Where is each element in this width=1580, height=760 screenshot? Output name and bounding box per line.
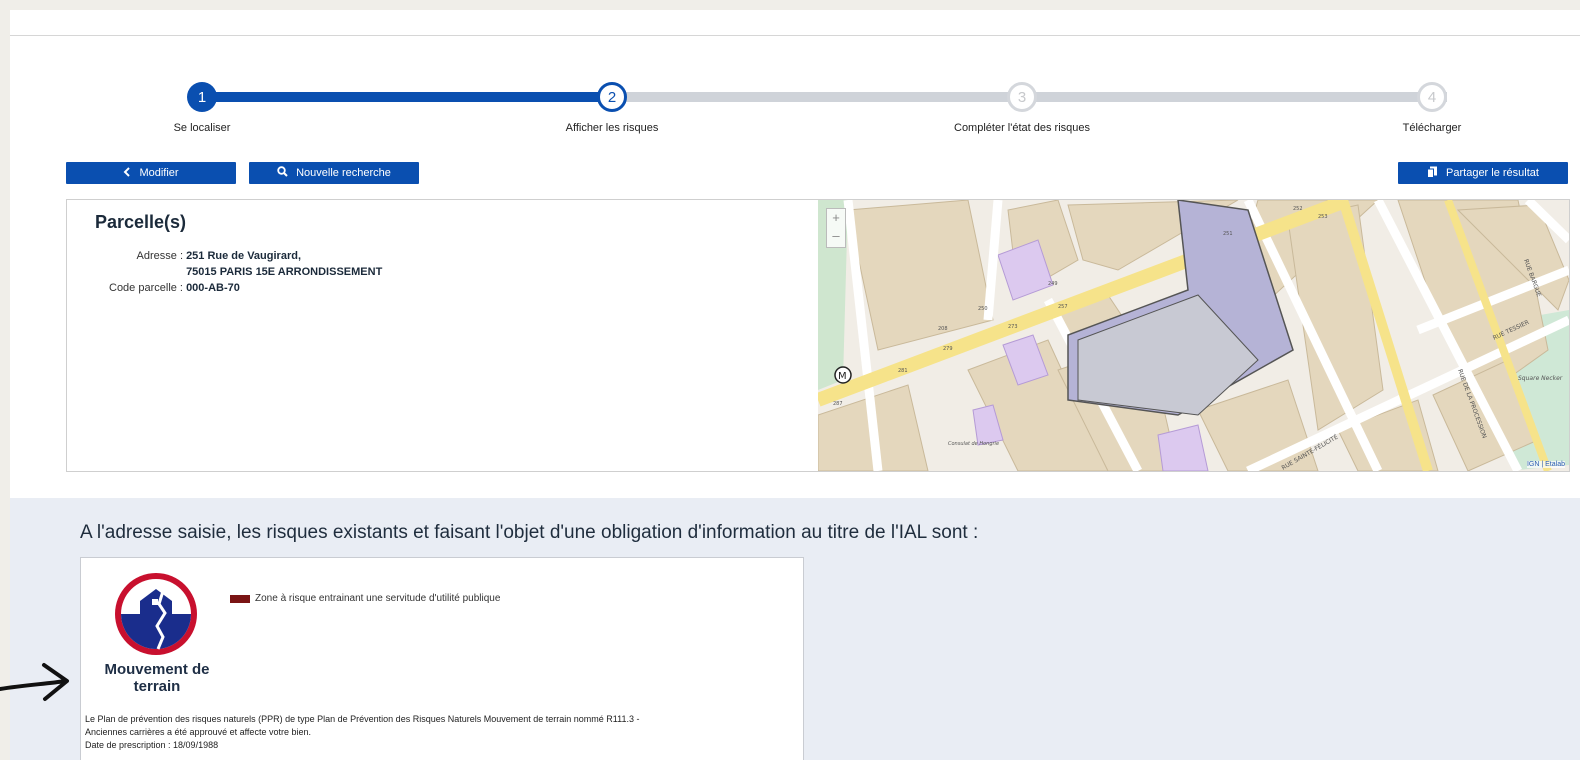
- parcel-title: Parcelle(s): [95, 212, 187, 232]
- top-bar: [10, 10, 1580, 36]
- landslide-icon: [113, 571, 199, 662]
- new-search-button-label: Nouvelle recherche: [296, 167, 391, 179]
- map-number-249: 249: [1048, 281, 1058, 287]
- map-zoom-controls: + –: [826, 208, 846, 248]
- arrow-annotation-icon: [0, 655, 75, 710]
- step-1-label: Se localiser: [173, 122, 231, 134]
- risk-name: Mouvement de terrain: [93, 661, 221, 695]
- step-1-number: 1: [187, 82, 217, 112]
- map-number-252: 252: [1293, 206, 1303, 212]
- step-3-number: 3: [1007, 82, 1037, 112]
- step-4-number: 4: [1417, 82, 1447, 112]
- chevron-left-icon: [123, 166, 131, 180]
- map-number-273: 273: [1008, 324, 1018, 330]
- risk-description-line-2: Anciennes carrières a été approuvé et af…: [85, 727, 311, 737]
- address-label: Adresse :: [136, 250, 183, 262]
- page: 1 Se localiser 2 Afficher les risques 3 …: [10, 10, 1580, 760]
- step-4-label: Télécharger: [1402, 122, 1462, 134]
- park-label: Square Necker: [1518, 375, 1563, 382]
- risk-card-mouvement-de-terrain: Mouvement de terrain Zone à risque entra…: [80, 557, 804, 760]
- address-line-2: 75015 PARIS 15E ARRONDISSEMENT: [186, 266, 383, 278]
- map-number-253: 253: [1318, 214, 1328, 220]
- legend-label: Zone à risque entrainant une servitude d…: [255, 593, 501, 604]
- parcel-code-value: 000-AB-70: [186, 282, 240, 294]
- map-number-287: 287: [833, 401, 843, 407]
- risk-name-line-2: terrain: [133, 678, 181, 695]
- progress-stepper: 1 Se localiser 2 Afficher les risques 3 …: [10, 65, 1580, 155]
- share-result-button[interactable]: Partager le résultat: [1398, 162, 1568, 184]
- risks-heading: A l'adresse saisie, les risques existant…: [80, 522, 979, 543]
- risk-description-line-1: Le Plan de prévention des risques nature…: [85, 714, 640, 724]
- risk-legend: Zone à risque entrainant une servitude d…: [230, 593, 500, 604]
- legend-swatch: [230, 594, 250, 603]
- search-icon: [277, 166, 288, 180]
- map-number-257: 257: [1058, 304, 1068, 310]
- step-1[interactable]: 1 Se localiser: [92, 65, 312, 134]
- step-3-label: Compléter l'état des risques: [954, 122, 1090, 134]
- step-2-number: 2: [597, 82, 627, 112]
- map-number-281: 281: [898, 368, 908, 374]
- copy-icon: [1427, 166, 1438, 181]
- step-2[interactable]: 2 Afficher les risques: [502, 65, 722, 134]
- zoom-in-button[interactable]: +: [827, 209, 845, 227]
- zoom-out-button[interactable]: –: [827, 227, 845, 245]
- risk-name-line-1: Mouvement de: [104, 661, 210, 678]
- step-4[interactable]: 4 Télécharger: [1322, 65, 1542, 134]
- risks-section: A l'adresse saisie, les risques existant…: [10, 498, 1580, 760]
- step-2-label: Afficher les risques: [565, 122, 659, 134]
- modify-button-label: Modifier: [139, 167, 179, 179]
- consulate-label: Consulat de Hongrie: [948, 441, 999, 447]
- new-search-button[interactable]: Nouvelle recherche: [249, 162, 419, 184]
- parcel-panel: Parcelle(s) Adresse : 251 Rue de Vaugira…: [66, 199, 1570, 472]
- step-3[interactable]: 3 Compléter l'état des risques: [912, 65, 1132, 134]
- parcel-code-label: Code parcelle :: [109, 282, 183, 294]
- parcel-info: Adresse : 251 Rue de Vaugirard, 75015 PA…: [87, 248, 382, 296]
- map-attribution[interactable]: IGN | Etalab: [1526, 461, 1565, 468]
- modify-button[interactable]: Modifier: [66, 162, 236, 184]
- svg-text:M: M: [838, 371, 847, 382]
- map-number-251: 251: [1223, 231, 1233, 237]
- risk-description: Le Plan de prévention des risques nature…: [85, 713, 785, 752]
- map-canvas[interactable]: M RUE BARGUE RUE TESSIER Square Necker R…: [818, 200, 1569, 471]
- map-number-208: 208: [938, 326, 948, 332]
- map-number-250: 250: [978, 306, 988, 312]
- prescription-date: Date de prescription : 18/09/1988: [85, 740, 219, 750]
- share-result-button-label: Partager le résultat: [1446, 167, 1539, 179]
- address-line-1: 251 Rue de Vaugirard,: [186, 250, 301, 262]
- map-number-279: 279: [943, 346, 953, 352]
- parcel-map[interactable]: M RUE BARGUE RUE TESSIER Square Necker R…: [818, 200, 1569, 471]
